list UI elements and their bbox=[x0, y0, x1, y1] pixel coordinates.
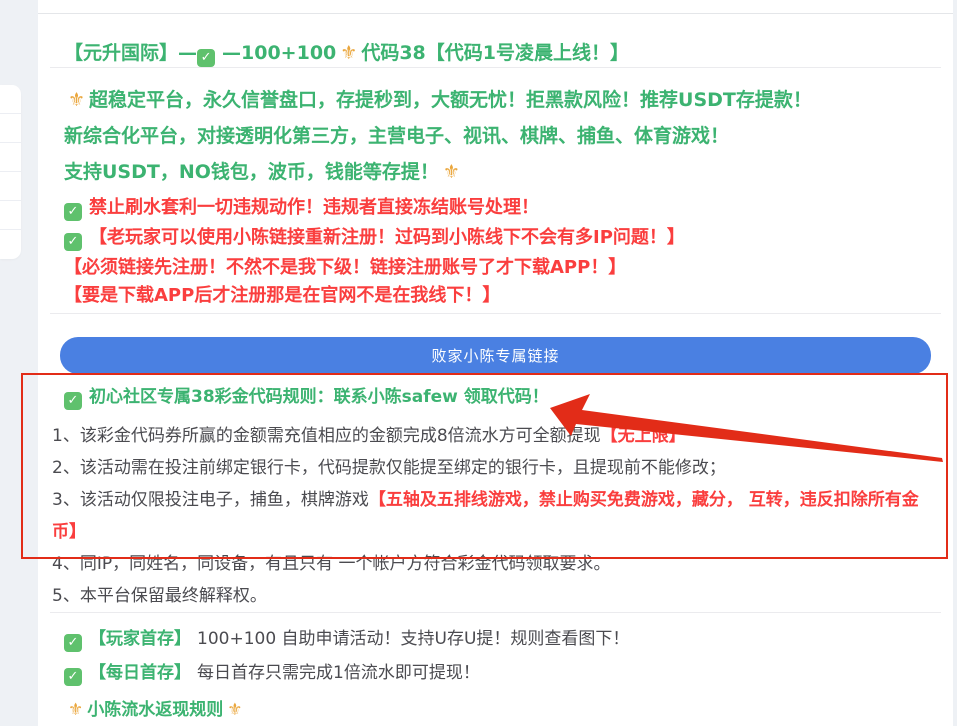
rule-text: 3、该活动仅限投注电子，捕鱼，棋牌游戏 bbox=[52, 490, 369, 510]
check-icon: ✓ bbox=[64, 233, 82, 251]
warning-line: ✓ 禁止刷水套利一切违规动作！违规者直接冻结账号处理！ bbox=[64, 197, 941, 221]
section-divider bbox=[50, 67, 941, 68]
rule-text: 4、同IP，同姓名，同设备，有且只有 一个帐户方符合彩金代码领取要求。 bbox=[52, 554, 610, 574]
post-title: 【元升国际】—✓ —100+100⚜代码38【代码1号凌晨上线！】 bbox=[64, 41, 941, 67]
rules-list: 1、该彩金代码券所赢的金额需充值相应的金额完成8倍流水方可全额提现【无上限】 2… bbox=[50, 420, 941, 612]
sidebar-menu bbox=[0, 85, 21, 259]
check-icon: ✓ bbox=[197, 49, 215, 67]
promo-label: 【玩家首存】 bbox=[89, 629, 191, 649]
warning-line: 【必须链接先注册！不然不是我下级！链接注册账号了才下载APP！】 bbox=[64, 257, 941, 279]
rule-highlight: 【无上限】 bbox=[601, 426, 686, 446]
warning-line: 【要是下载APP后才注册那是在官网不是在我线下！】 bbox=[64, 285, 941, 307]
intro-line: 新综合化平台，对接透明化第三方，主营电子、视讯、棋牌、捕鱼、体育游戏！ bbox=[64, 125, 941, 147]
check-icon: ✓ bbox=[64, 668, 82, 686]
intro-text: 新综合化平台，对接透明化第三方，主营电子、视讯、棋牌、捕鱼、体育游戏！ bbox=[64, 125, 729, 147]
intro-text: 超稳定平台，永久信誉盘口，存提秒到，大额无忧！拒黑款风险！推荐USDT存提款！ bbox=[89, 89, 812, 111]
promo-list: ✓ 【玩家首存】 100+100 自助申请活动！支持U存U提！规则查看图下！ ✓ 【每… bbox=[50, 627, 941, 686]
intro-paragraph: ⚜超稳定平台，永久信誉盘口，存提秒到，大额无忧！拒黑款风险！推荐USDT存提款！… bbox=[50, 89, 941, 183]
sidebar-row[interactable] bbox=[0, 201, 21, 230]
post-content: 【元升国际】—✓—100+100⚜代码38【代码1号凌晨上线！】 ⚜超稳定平台，… bbox=[38, 41, 953, 722]
section-divider bbox=[50, 313, 941, 314]
title-text-3: 代码38【代码1号凌晨上线！】 bbox=[361, 42, 629, 64]
rule-text: 2、该活动需在投注前绑定银行卡，代码提款仅能提至绑定的银行卡，且提现前不能修改； bbox=[52, 458, 726, 478]
post-card: 【元升国际】—✓—100+100⚜代码38【代码1号凌晨上线！】 ⚜超稳定平台，… bbox=[38, 0, 953, 726]
warning-text: 【必须链接先注册！不然不是我下级！链接注册账号了才下载APP！】 bbox=[64, 257, 626, 278]
check-icon: ✓ bbox=[64, 203, 82, 221]
rule-item: 4、同IP，同姓名，同设备，有且只有 一个帐户方符合彩金代码领取要求。 bbox=[52, 548, 941, 580]
rule-text: 1、该彩金代码券所赢的金额需充值相应的金额完成8倍流水方可全额提现 bbox=[52, 426, 601, 446]
warning-text: 禁止刷水套利一切违规动作！违规者直接冻结账号处理！ bbox=[89, 197, 539, 218]
promo-text: 每日首存只需完成1倍流水即可提现！ bbox=[197, 663, 480, 683]
fleur-de-lis-icon: ⚜ bbox=[340, 42, 357, 64]
exclusive-link-button[interactable]: 败家小陈专属链接 bbox=[60, 337, 931, 374]
footer-rule-heading: ⚜小陈流水返现规则⚜ bbox=[64, 698, 941, 722]
check-icon: ✓ bbox=[64, 392, 82, 410]
warning-line: ✓ 【老玩家可以使用小陈链接重新注册！过码到小陈线下不会有多IP问题！】 bbox=[64, 227, 941, 251]
title-text-1: 【元升国际】— bbox=[64, 42, 197, 64]
rule-item: 3、该活动仅限投注电子，捕鱼，棋牌游戏【五轴及五排线游戏，禁止购买免费游戏，藏分… bbox=[52, 484, 941, 548]
rule-item: 2、该活动需在投注前绑定银行卡，代码提款仅能提至绑定的银行卡，且提现前不能修改； bbox=[52, 452, 941, 484]
sidebar-row[interactable] bbox=[0, 114, 21, 143]
fleur-de-lis-icon: ⚜ bbox=[68, 700, 83, 720]
rules-heading-text: 初心社区专属38彩金代码规则：联系小陈safew 领取代码！ bbox=[89, 387, 549, 407]
promo-text: 100+100 自助申请活动！支持U存U提！规则查看图下！ bbox=[197, 629, 629, 649]
footer-rule-text: 小陈流水返现规则 bbox=[87, 700, 223, 720]
rules-heading: ✓ 初心社区专属38彩金代码规则：联系小陈safew 领取代码！ bbox=[64, 386, 941, 410]
check-icon: ✓ bbox=[64, 634, 82, 652]
fleur-de-lis-icon: ⚜ bbox=[443, 161, 460, 183]
card-top-divider bbox=[38, 13, 953, 14]
warning-text: 【老玩家可以使用小陈链接重新注册！过码到小陈线下不会有多IP问题！】 bbox=[89, 227, 685, 248]
rule-item: 5、本平台保留最终解释权。 bbox=[52, 580, 941, 612]
promo-line: ✓ 【玩家首存】 100+100 自助申请活动！支持U存U提！规则查看图下！ bbox=[64, 627, 941, 652]
rule-item: 1、该彩金代码券所赢的金额需充值相应的金额完成8倍流水方可全额提现【无上限】 bbox=[52, 420, 941, 452]
warning-paragraph: ✓ 禁止刷水套利一切违规动作！违规者直接冻结账号处理！ ✓ 【老玩家可以使用小陈链接… bbox=[50, 197, 941, 307]
intro-line: 支持USDT，NO钱包，波币，钱能等存提！⚜ bbox=[64, 161, 941, 183]
fleur-de-lis-icon: ⚜ bbox=[227, 700, 242, 720]
promo-line: ✓ 【每日首存】每日首存只需完成1倍流水即可提现！ bbox=[64, 661, 941, 686]
sidebar-row[interactable] bbox=[0, 85, 21, 114]
sidebar-row[interactable] bbox=[0, 230, 21, 258]
section-divider bbox=[50, 612, 941, 613]
sidebar-row[interactable] bbox=[0, 172, 21, 201]
warning-text: 【要是下载APP后才注册那是在官网不是在我线下！】 bbox=[64, 285, 500, 306]
promo-label: 【每日首存】 bbox=[89, 663, 191, 683]
title-text-2: —100+100 bbox=[222, 42, 336, 64]
rule-text: 5、本平台保留最终解释权。 bbox=[52, 586, 267, 606]
intro-text: 支持USDT，NO钱包，波币，钱能等存提！ bbox=[64, 161, 439, 183]
intro-line: ⚜超稳定平台，永久信誉盘口，存提秒到，大额无忧！拒黑款风险！推荐USDT存提款！ bbox=[64, 89, 941, 111]
fleur-de-lis-icon: ⚜ bbox=[68, 89, 85, 111]
sidebar-row[interactable] bbox=[0, 143, 21, 172]
